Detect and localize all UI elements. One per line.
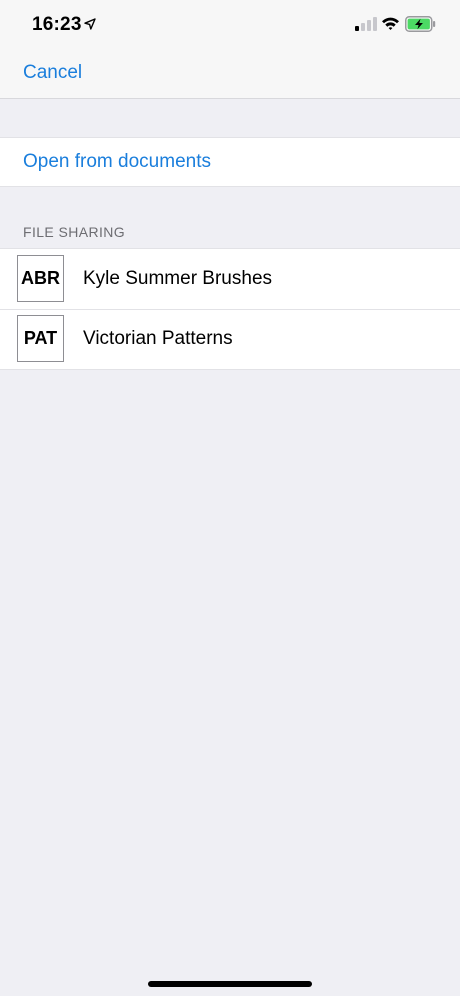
home-indicator[interactable] <box>148 981 312 987</box>
wifi-icon <box>382 17 399 30</box>
cancel-button[interactable]: Cancel <box>23 62 82 84</box>
file-sharing-list: ABR Kyle Summer Brushes PAT Victorian Pa… <box>0 248 460 370</box>
status-time: 16:23 <box>32 14 82 35</box>
status-bar: 16:23 <box>0 0 460 50</box>
pat-file-icon: PAT <box>17 315 64 362</box>
location-icon <box>84 18 96 30</box>
file-name: Victorian Patterns <box>83 328 233 349</box>
file-name: Kyle Summer Brushes <box>83 268 273 289</box>
file-sharing-header: FILE SHARING <box>23 224 126 240</box>
open-from-documents-label: Open from documents <box>23 151 211 172</box>
top-bar: 16:23 Cancel <box>0 0 460 99</box>
open-from-documents-row[interactable]: Open from documents <box>0 137 460 187</box>
list-item-victorian-patterns[interactable]: PAT Victorian Patterns <box>0 309 460 369</box>
list-item-kyle-summer-brushes[interactable]: ABR Kyle Summer Brushes <box>0 249 460 309</box>
signal-icon <box>355 17 377 31</box>
battery-charging-icon <box>405 16 436 32</box>
abr-file-icon: ABR <box>17 255 64 302</box>
